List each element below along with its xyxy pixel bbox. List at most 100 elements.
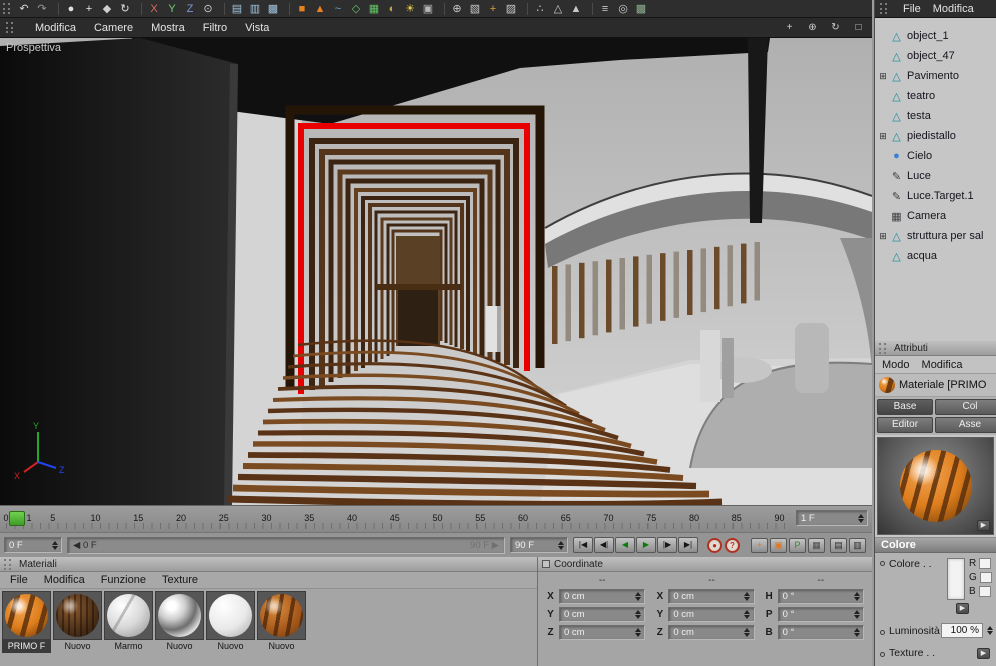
texture-mode-icon[interactable]: ▨ (503, 1, 519, 17)
object-row[interactable]: △ object_47 (875, 46, 996, 66)
stepper-icon[interactable] (743, 608, 752, 621)
object-name[interactable]: Pavimento (907, 70, 959, 82)
material-preview[interactable]: ▶ (877, 437, 994, 535)
polygon-object-icon[interactable]: △ (889, 50, 904, 63)
viewport-solo-icon[interactable]: ◎ (615, 1, 631, 17)
polygon-object-icon[interactable]: △ (889, 90, 904, 103)
object-row[interactable]: ✎ Luce (875, 166, 996, 186)
texture-expand-icon[interactable]: ▶ (977, 647, 990, 659)
next-frame-button[interactable]: |▶ (657, 537, 677, 553)
stepper-icon[interactable] (852, 626, 861, 639)
attributes-grip-icon[interactable] (879, 342, 886, 354)
coord-field-y[interactable]: 0 cm (668, 607, 755, 622)
coord-field-x[interactable]: 0 cm (668, 589, 755, 604)
channel-slider-r[interactable] (979, 558, 992, 569)
add-array-icon[interactable]: ▦ (366, 1, 382, 17)
coord-field-p[interactable]: 0 ° (777, 607, 864, 622)
mat-menu-funzione[interactable]: Funzione (101, 574, 146, 586)
menu-vista[interactable]: Vista (245, 22, 269, 34)
lock-y-axis-icon[interactable]: Y (164, 1, 180, 17)
color-label[interactable]: Colore . . (889, 558, 947, 570)
points-mode-icon[interactable]: ∴ (532, 1, 548, 17)
prev-frame-button[interactable]: ◀| (594, 537, 614, 553)
channel-slider-g[interactable] (979, 572, 992, 583)
move-tool-icon[interactable]: + (81, 1, 97, 17)
viewport-menubar-grip-icon[interactable] (6, 22, 13, 33)
material-tile[interactable]: Nuovo (257, 591, 306, 653)
lock-x-axis-icon[interactable]: X (146, 1, 162, 17)
luminosity-field[interactable]: 100 % (941, 623, 983, 638)
material-tile[interactable]: Nuovo (155, 591, 204, 653)
add-primitive-icon[interactable]: ▲ (312, 1, 328, 17)
object-name[interactable]: object_1 (907, 30, 949, 42)
object-name[interactable]: Camera (907, 210, 946, 222)
polygons-mode-icon[interactable]: ▲ (568, 1, 584, 17)
luminosity-stepper-icon[interactable] (985, 624, 994, 637)
object-name[interactable]: Luce (907, 170, 931, 182)
material-tile[interactable]: Nuovo (53, 591, 102, 653)
current-frame-marker[interactable] (9, 511, 25, 526)
autokey-button[interactable]: ? (725, 537, 740, 553)
om-menu-file[interactable]: File (903, 3, 921, 15)
menu-modifica[interactable]: Modifica (35, 22, 76, 34)
viewport-3d-scene[interactable]: Y X Z (0, 38, 872, 505)
object-name[interactable]: Luce.Target.1 (907, 190, 974, 202)
polygon-object-icon[interactable]: △ (889, 230, 904, 243)
coord-column-select[interactable]: -- (778, 575, 864, 586)
stepper-icon[interactable] (852, 608, 861, 621)
rotate-tool-icon[interactable]: ↻ (117, 1, 133, 17)
object-name[interactable]: Cielo (907, 150, 932, 162)
coord-column-select[interactable]: -- (559, 575, 645, 586)
anim-dot-icon[interactable] (880, 561, 885, 566)
light-object-icon[interactable]: ✎ (889, 170, 904, 183)
object-row[interactable]: ● Cielo (875, 146, 996, 166)
range-end-stepper-icon[interactable] (556, 539, 565, 552)
toolbar-grip-icon[interactable] (3, 3, 10, 14)
add-nurbs-icon[interactable]: ◇ (348, 1, 364, 17)
range-end-field[interactable]: 90 F (510, 537, 568, 553)
coordinates-checkbox-icon[interactable] (542, 560, 550, 568)
stepper-icon[interactable] (633, 608, 642, 621)
fcurve-window-icon[interactable]: ▥ (849, 537, 866, 553)
coord-column-select[interactable]: -- (668, 575, 754, 586)
timeline-window-icon[interactable]: ▤ (830, 537, 847, 553)
sky-object-icon[interactable]: ● (889, 150, 904, 162)
stepper-icon[interactable] (633, 590, 642, 603)
scale-tool-icon[interactable]: ◆ (99, 1, 115, 17)
anim-dot-icon[interactable] (880, 629, 885, 635)
attributes-header[interactable]: Attributi (875, 341, 996, 356)
stepper-icon[interactable] (633, 626, 642, 639)
viewport-view-label[interactable]: Prospettiva (6, 42, 61, 54)
object-row[interactable]: ✎ Luce.Target.1 (875, 186, 996, 206)
channel-slider-b[interactable] (978, 586, 991, 597)
coord-field-y[interactable]: 0 cm (559, 607, 646, 622)
materials-header[interactable]: Materiali (0, 557, 537, 572)
mat-menu-file[interactable]: File (10, 574, 28, 586)
play-backward-button[interactable]: ◀ (615, 537, 635, 553)
polygon-object-icon[interactable]: △ (889, 70, 904, 83)
object-row[interactable]: ⊞ △ piedistallo (875, 126, 996, 146)
material-tile[interactable]: PRIMO F (2, 591, 51, 653)
record-parameter-icon[interactable]: P (789, 537, 806, 553)
object-name[interactable]: acqua (907, 250, 937, 262)
object-row[interactable]: △ testa (875, 106, 996, 126)
color-swatch[interactable] (947, 558, 965, 600)
frame-stepper-icon[interactable] (856, 512, 865, 525)
record-scale-icon[interactable]: ▣ (770, 537, 787, 553)
coord-field-h[interactable]: 0 ° (777, 589, 864, 604)
expand-icon[interactable]: ⊞ (877, 231, 889, 242)
add-boole-icon[interactable]: ◐ (384, 1, 400, 17)
pan-view-icon[interactable]: + (782, 20, 797, 35)
object-row[interactable]: ▦ Camera (875, 206, 996, 226)
polygon-object-icon[interactable]: △ (889, 110, 904, 123)
stepper-icon[interactable] (743, 590, 752, 603)
coord-field-z[interactable]: 0 cm (668, 625, 755, 640)
perspective-viewport[interactable]: Y X Z Prospettiva (0, 38, 872, 505)
play-forward-button[interactable]: ▶ (636, 537, 656, 553)
range-start-field[interactable]: 0 F (4, 537, 62, 553)
polygon-object-icon[interactable]: △ (889, 130, 904, 143)
object-row[interactable]: △ acqua (875, 246, 996, 266)
object-name[interactable]: object_47 (907, 50, 955, 62)
object-name[interactable]: teatro (907, 90, 935, 102)
object-axis-icon[interactable]: + (485, 1, 501, 17)
